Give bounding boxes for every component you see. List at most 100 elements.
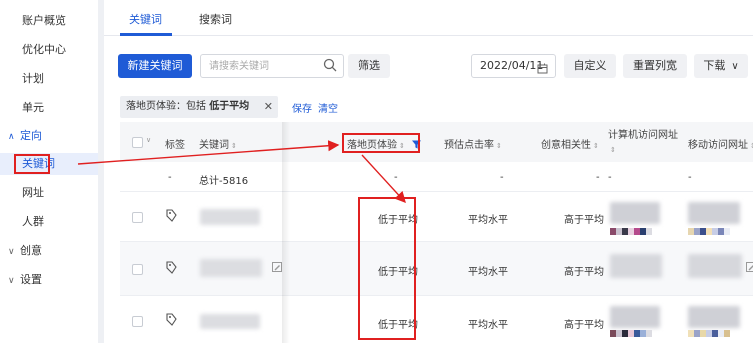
column-header-tag: 标签: [165, 140, 185, 151]
ad-relevance-value: 高于平均: [564, 215, 604, 226]
sidebar-item-label: 计划: [22, 72, 44, 85]
sort-icon[interactable]: ⇕: [231, 142, 237, 150]
pc-url-redacted-strip: [610, 330, 652, 337]
total-pc-url: -: [608, 172, 612, 183]
sidebar-item-label: 网址: [22, 186, 44, 199]
column-header-est-ctr[interactable]: 预估点击率 ⇕: [444, 136, 502, 151]
sidebar: 账户概览 优化中心 计划 单元 ∧ 定向 关键词 网址 人群 ∨ 创意 ∨ 设置: [0, 0, 98, 343]
search-input[interactable]: [201, 55, 321, 77]
sidebar-item-label: 设置: [20, 273, 42, 286]
tag-icon[interactable]: [166, 209, 177, 225]
column-header-pc-url[interactable]: 计算机访问网址 ⇕: [608, 129, 678, 157]
total-landing-page: -: [394, 172, 398, 183]
sidebar-group-targeting[interactable]: ∧ 定向: [0, 125, 98, 147]
annotation-highlight-header: [342, 133, 420, 153]
tab-active-indicator: [120, 33, 172, 36]
filter-tag-value: 低于平均: [209, 101, 250, 112]
sidebar-item-campaign[interactable]: 计划: [0, 68, 98, 90]
tab-bar: 关键词 搜索词: [104, 0, 753, 36]
reset-columns-button[interactable]: 重置列宽: [623, 54, 687, 78]
column-header-ad-relevance[interactable]: 创意相关性 ⇕: [541, 136, 599, 151]
tab-keywords[interactable]: 关键词: [129, 11, 162, 27]
new-keyword-button[interactable]: 新建关键词: [118, 54, 192, 78]
est-ctr-value: 平均水平: [468, 320, 508, 331]
table-total-row: - 总计-5816 - - - - -: [120, 162, 753, 192]
total-est-ctr: -: [500, 172, 504, 183]
edit-icon[interactable]: [746, 262, 753, 275]
chevron-down-icon[interactable]: ∨: [146, 136, 151, 144]
close-icon[interactable]: ✕: [264, 96, 273, 118]
est-ctr-value: 平均水平: [468, 215, 508, 226]
total-keyword-count: 总计-5816: [199, 176, 249, 187]
sort-icon[interactable]: ⇕: [610, 146, 616, 154]
row-checkbox[interactable]: [132, 264, 143, 275]
chevron-down-icon: ∨: [8, 247, 15, 257]
select-all-checkbox[interactable]: [132, 137, 143, 148]
column-header-label: 关键词: [199, 140, 229, 151]
table-row[interactable]: 低于平均 平均水平 高于平均: [120, 242, 753, 296]
sort-icon[interactable]: ⇕: [496, 142, 502, 150]
sidebar-group-settings[interactable]: ∨ 设置: [0, 269, 98, 291]
sidebar-item-label: 优化中心: [22, 43, 66, 56]
download-button[interactable]: 下载 ∨: [694, 54, 748, 78]
annotation-highlight-values: [358, 197, 416, 340]
column-header-keyword[interactable]: 关键词 ⇕: [199, 136, 237, 151]
edit-icon[interactable]: [272, 262, 282, 275]
pc-url-redacted: [610, 254, 662, 278]
download-label: 下载: [703, 59, 726, 72]
chevron-up-icon: ∧: [8, 132, 15, 142]
keyword-redacted: [200, 314, 260, 329]
keyword-redacted: [200, 209, 260, 225]
table-row[interactable]: 低于平均 平均水平 高于平均: [120, 296, 753, 343]
pc-url-redacted: [610, 202, 660, 224]
tag-icon[interactable]: [166, 313, 177, 329]
date-value: 2022/04/11: [480, 59, 544, 72]
sidebar-item-label: 创意: [20, 244, 42, 257]
sidebar-item-label: 账户概览: [22, 14, 66, 27]
pc-url-redacted-strip: [610, 228, 652, 235]
sidebar-item-adgroup[interactable]: 单元: [0, 97, 98, 119]
sidebar-item-account-overview[interactable]: 账户概览: [0, 10, 98, 32]
save-filter-link[interactable]: 保存: [292, 100, 312, 115]
ad-relevance-value: 高于平均: [564, 267, 604, 278]
filter-button[interactable]: 筛选: [348, 54, 390, 78]
main-panel: 关键词 搜索词 新建关键词 筛选 2022/04/11 自定义 重置列宽 下载 ∨…: [104, 0, 753, 343]
sidebar-item-label: 人群: [22, 215, 44, 228]
sidebar-item-url[interactable]: 网址: [0, 182, 98, 204]
date-picker[interactable]: 2022/04/11: [471, 54, 556, 78]
mobile-url-redacted: [688, 254, 742, 278]
annotation-highlight: [14, 154, 50, 174]
mobile-url-redacted: [688, 306, 740, 328]
table-row[interactable]: 低于平均 平均水平 高于平均: [120, 192, 753, 242]
sidebar-item-label: 单元: [22, 101, 44, 114]
est-ctr-value: 平均水平: [468, 267, 508, 278]
mobile-url-redacted: [688, 202, 740, 224]
filter-tag-prefix: 落地页体验：包括: [126, 101, 206, 112]
tag-icon[interactable]: [166, 261, 177, 277]
search-box: [200, 54, 344, 78]
table-header: ∨ 标签 关键词 ⇕ 落地页体验 ⇕ 预估点击率 ⇕ 创意相关性 ⇕ 计算机访问网址⇕ …: [120, 122, 753, 162]
sidebar-item-label: 定向: [20, 129, 42, 142]
calendar-icon: [537, 60, 548, 82]
total-dash: -: [168, 172, 172, 183]
chevron-down-icon: ∨: [731, 61, 739, 72]
keyword-redacted: [200, 259, 262, 277]
custom-date-button[interactable]: 自定义: [564, 54, 616, 78]
pc-url-redacted: [610, 306, 660, 328]
column-header-mobile-url[interactable]: 移动访问网址 ⇕: [688, 136, 753, 151]
sort-icon[interactable]: ⇕: [593, 142, 599, 150]
row-checkbox[interactable]: [132, 212, 143, 223]
ad-relevance-value: 高于平均: [564, 320, 604, 331]
tab-search-terms[interactable]: 搜索词: [199, 11, 232, 27]
sidebar-item-keywords[interactable]: 关键词: [0, 153, 98, 175]
sidebar-item-optimization-center[interactable]: 优化中心: [0, 39, 98, 61]
column-header-label: 创意相关性: [541, 140, 591, 151]
sidebar-group-creative[interactable]: ∨ 创意: [0, 240, 98, 262]
clear-filter-link[interactable]: 清空: [318, 100, 338, 115]
mobile-url-redacted-strip: [688, 228, 730, 235]
sidebar-item-audience[interactable]: 人群: [0, 211, 98, 233]
mobile-url-redacted-strip: [688, 330, 730, 337]
frozen-column-shadow: [282, 122, 290, 343]
row-checkbox[interactable]: [132, 316, 143, 327]
search-icon[interactable]: [323, 58, 337, 75]
